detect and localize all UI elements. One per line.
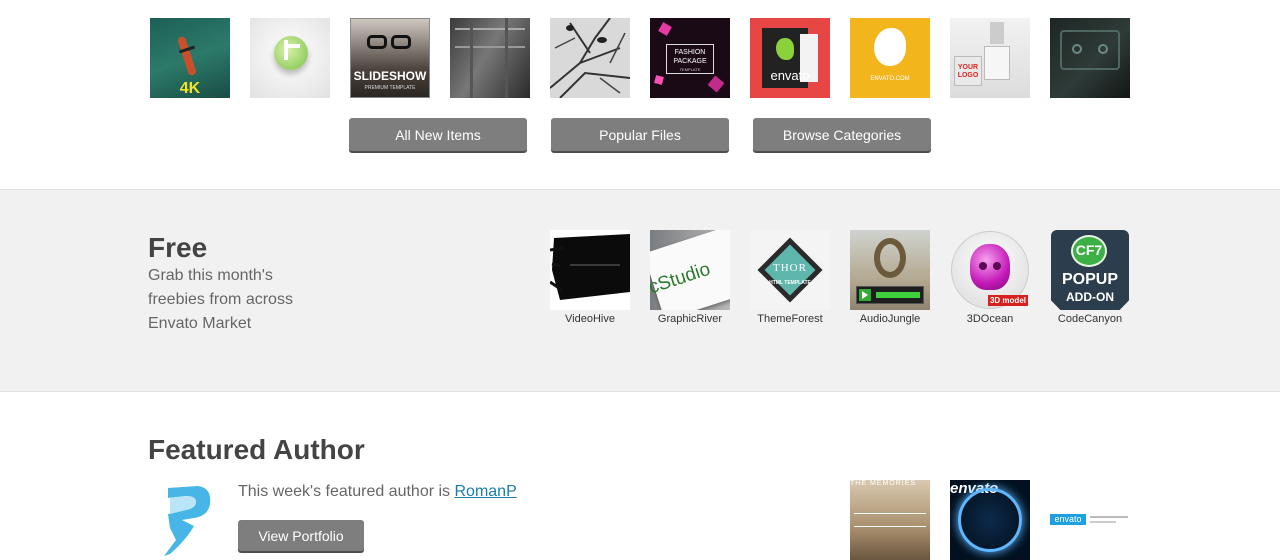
thumb-industrial[interactable]: [450, 18, 530, 98]
featured-thumb-envato-white[interactable]: envato: [1050, 480, 1130, 560]
top-thumbnails: 4K SLIDESHOW PREMIUM TEMPLATE FASHION PA…: [150, 18, 1130, 98]
themeforest-thumb[interactable]: THOR HTML TEMPLATE: [750, 230, 830, 310]
free-item-graphicriver[interactable]: cStudio GraphicRiver: [650, 230, 730, 325]
featured-thumb-caption: THE MEMORIES: [850, 480, 917, 487]
codecanyon-thumb-addon: ADD-ON: [1066, 290, 1114, 304]
thumb-fashion[interactable]: FASHION PACKAGE TEMPLATE: [650, 18, 730, 98]
themeforest-thumb-subtext: HTML TEMPLATE: [769, 280, 811, 286]
thumb-subcaption: PREMIUM TEMPLATE: [364, 85, 416, 91]
3docean-thumb[interactable]: 3D model: [950, 230, 1030, 310]
thumb-slideshow[interactable]: SLIDESHOW PREMIUM TEMPLATE: [350, 18, 430, 98]
3docean-thumb-badge: 3D model: [987, 295, 1028, 306]
thumb-subcaption: TEMPLATE: [679, 67, 701, 72]
codecanyon-thumb[interactable]: CF7 POPUP ADD-ON: [1050, 230, 1130, 310]
thumb-birds[interactable]: [550, 18, 630, 98]
featured-author-link[interactable]: RomanP: [455, 483, 517, 500]
thumb-caption: FASHION PACKAGE: [673, 49, 707, 65]
brush-stroke-icon: [550, 234, 630, 300]
featured-thumb-memories[interactable]: THE MEMORIES: [850, 480, 930, 560]
thumb-your-logo[interactable]: YOUR LOGO: [950, 18, 1030, 98]
free-title: Free: [148, 232, 208, 263]
popular-files-button[interactable]: Popular Files: [551, 118, 729, 151]
free-item-videohive[interactable]: VideoHive: [550, 230, 630, 325]
browse-buttons: All New Items Popular Files Browse Categ…: [349, 118, 931, 151]
free-item-label: CodeCanyon: [1057, 313, 1123, 325]
thumb-caption: envato: [770, 68, 810, 83]
free-item-themeforest[interactable]: THOR HTML TEMPLATE ThemeForest: [750, 230, 830, 325]
featured-thumb-envato-blue[interactable]: envato: [950, 480, 1030, 560]
featured-thumb-caption: envato: [1050, 514, 1086, 525]
free-item-label: ThemeForest: [757, 313, 823, 325]
themeforest-thumb-text: THOR: [773, 262, 807, 274]
thumb-envato-yellow[interactable]: ENVATO.COM: [850, 18, 930, 98]
browse-categories-button[interactable]: Browse Categories: [753, 118, 931, 151]
featured-author-title: Featured Author: [148, 434, 365, 465]
free-item-3docean[interactable]: 3D model 3DOcean: [950, 230, 1030, 325]
all-new-items-button[interactable]: All New Items: [349, 118, 527, 151]
graphicriver-thumb[interactable]: cStudio: [650, 230, 730, 310]
free-item-label: 3DOcean: [966, 313, 1014, 325]
thumb-caption: SLIDESHOW: [353, 69, 427, 83]
featured-thumbnails: THE MEMORIES envato envato: [850, 480, 1130, 560]
codecanyon-thumb-cf7: CF7: [1075, 242, 1103, 258]
free-item-label: GraphicRiver: [657, 313, 723, 325]
author-logo-icon[interactable]: [158, 480, 214, 560]
thumb-kayak[interactable]: 4K: [150, 18, 230, 98]
free-item-audiojungle[interactable]: AudioJungle: [850, 230, 930, 325]
thumb-envato-red[interactable]: envato: [750, 18, 830, 98]
thumb-caption: YOUR LOGO: [957, 64, 979, 79]
play-icon[interactable]: [859, 289, 871, 301]
free-item-codecanyon[interactable]: CF7 POPUP ADD-ON CodeCanyon: [1050, 230, 1130, 325]
audiojungle-thumb[interactable]: [850, 230, 930, 310]
thumb-logo-reveal[interactable]: [250, 18, 330, 98]
branches-icon: [550, 18, 630, 98]
featured-author-text: This week's featured author is RomanP: [238, 483, 517, 501]
featured-author-sentence: This week's featured author is: [238, 483, 455, 500]
videohive-thumb[interactable]: [550, 230, 630, 310]
free-item-label: VideoHive: [565, 313, 615, 325]
thumb-cassette[interactable]: [1050, 18, 1130, 98]
codecanyon-thumb-popup: POPUP: [1061, 271, 1118, 288]
free-items: VideoHive cStudio GraphicRiver THOR HTML…: [550, 230, 1130, 325]
thumb-caption: 4K: [179, 80, 201, 97]
free-section: Free Grab this month's freebies from acr…: [0, 189, 1280, 392]
thumb-caption: ENVATO.COM: [870, 76, 910, 82]
free-description: Grab this month's freebies from across E…: [148, 267, 293, 332]
free-item-label: AudioJungle: [859, 313, 921, 325]
view-portfolio-button[interactable]: View Portfolio: [238, 520, 364, 551]
